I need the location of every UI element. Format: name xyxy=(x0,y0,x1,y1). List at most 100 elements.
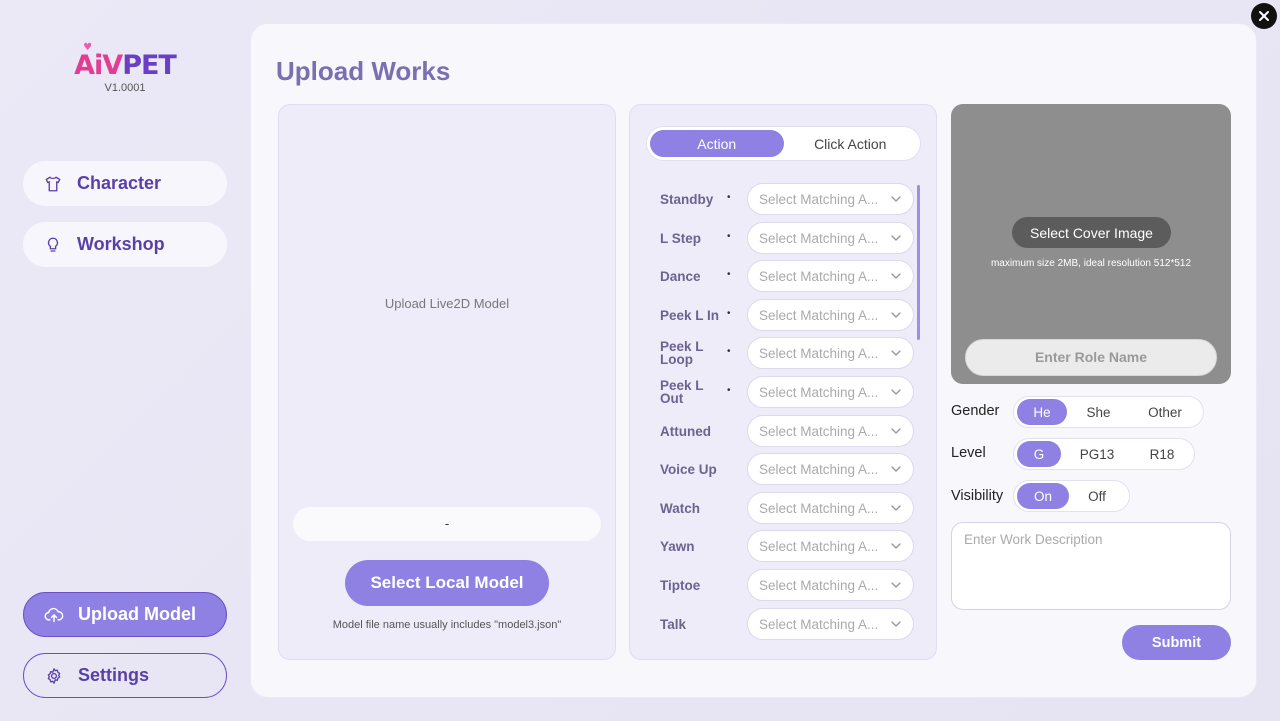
sidebar-item-upload-model[interactable]: Upload Model xyxy=(23,592,227,637)
action-row: Watch Select Matching A... xyxy=(630,492,936,524)
level-option-g[interactable]: G xyxy=(1017,441,1061,467)
action-match-select[interactable]: Select Matching A... xyxy=(747,299,914,331)
action-label: Watch xyxy=(660,500,700,516)
main-panel: Upload Works Upload Live2D Model - Selec… xyxy=(250,23,1257,698)
sidebar-item-workshop[interactable]: Workshop xyxy=(23,222,227,267)
sidebar-item-settings[interactable]: Settings xyxy=(23,653,227,698)
gender-option-he[interactable]: He xyxy=(1017,399,1067,425)
model-file-field: - xyxy=(293,507,601,541)
level-option-pg13[interactable]: PG13 xyxy=(1061,441,1133,467)
visibility-option-off[interactable]: Off xyxy=(1069,483,1125,509)
select-local-model-button[interactable]: Select Local Model xyxy=(345,560,549,606)
chevron-down-icon xyxy=(889,424,903,441)
action-type-tabs: Action Click Action xyxy=(646,126,921,161)
gender-option-she[interactable]: She xyxy=(1067,399,1130,425)
cloud-upload-icon xyxy=(44,605,64,625)
action-match-select[interactable]: Select Matching A... xyxy=(747,453,914,485)
action-marker: • xyxy=(727,385,731,396)
chevron-down-icon xyxy=(889,192,903,209)
action-marker: • xyxy=(727,308,731,319)
action-row: Voice Up Select Matching A... xyxy=(630,453,936,485)
submit-button[interactable]: Submit xyxy=(1122,625,1231,660)
sidebar-item-label: Settings xyxy=(78,665,150,685)
action-match-select[interactable]: Select Matching A... xyxy=(747,492,914,524)
select-placeholder: Select Matching A... xyxy=(759,538,879,554)
action-label: Peek L Loop xyxy=(660,339,704,367)
action-marker: • xyxy=(727,346,731,357)
action-mapping-panel: Action Click Action Standby • Select Match… xyxy=(629,104,937,660)
work-description-input[interactable]: Enter Work Description xyxy=(951,522,1231,610)
action-match-select[interactable]: Select Matching A... xyxy=(747,337,914,369)
action-label: Tiptoe xyxy=(660,577,701,593)
chevron-down-icon xyxy=(889,501,903,518)
select-placeholder: Select Matching A... xyxy=(759,577,879,593)
select-placeholder: Select Matching A... xyxy=(759,191,879,207)
level-selector: G PG13 R18 xyxy=(1013,438,1195,470)
action-marker: • xyxy=(727,231,731,242)
upload-placeholder: Upload Live2D Model xyxy=(384,296,510,311)
select-placeholder: Select Matching A... xyxy=(759,423,879,439)
action-marker: • xyxy=(727,269,731,280)
action-marker: • xyxy=(727,192,731,203)
action-label: Attuned xyxy=(660,423,711,439)
page-title: Upload Works xyxy=(276,56,451,86)
action-match-select[interactable]: Select Matching A... xyxy=(747,569,914,601)
app-logo: ♥ AiVPET V1.0001 xyxy=(60,42,190,95)
chevron-down-icon xyxy=(889,346,903,363)
chevron-down-icon xyxy=(889,617,903,634)
select-cover-image-button[interactable]: Select Cover Image xyxy=(1012,217,1171,248)
select-placeholder: Select Matching A... xyxy=(759,307,879,323)
visibility-label: Visibility xyxy=(951,488,1004,504)
level-option-r18[interactable]: R18 xyxy=(1133,441,1191,467)
action-row: Tiptoe Select Matching A... xyxy=(630,569,936,601)
action-match-select[interactable]: Select Matching A... xyxy=(747,183,914,215)
gear-icon xyxy=(44,666,64,686)
level-label: Level xyxy=(951,445,986,461)
heart-icon: ♥ xyxy=(83,42,92,53)
close-button[interactable] xyxy=(1251,3,1277,29)
tab-click-action[interactable]: Click Action xyxy=(784,130,918,157)
action-match-select[interactable]: Select Matching A... xyxy=(747,415,914,447)
sidebar-item-character[interactable]: Character xyxy=(23,161,227,206)
action-row: Yawn Select Matching A... xyxy=(630,530,936,562)
action-row: Peek L Out • Select Matching A... xyxy=(630,376,936,408)
model-file-hint: Model file name usually includes "model3… xyxy=(332,619,562,631)
cover-image-area: Select Cover Image maximum size 2MB, ide… xyxy=(951,104,1231,384)
select-placeholder: Select Matching A... xyxy=(759,230,879,246)
chevron-down-icon xyxy=(889,385,903,402)
action-list-scrollbar[interactable] xyxy=(917,185,920,340)
action-row: Peek L Loop • Select Matching A... xyxy=(630,337,936,369)
action-match-select[interactable]: Select Matching A... xyxy=(747,376,914,408)
gender-selector: He She Other xyxy=(1013,396,1204,428)
chevron-down-icon xyxy=(889,308,903,325)
action-row: Standby • Select Matching A... xyxy=(630,183,936,215)
action-label: Standby xyxy=(660,191,714,207)
action-row: Attuned Select Matching A... xyxy=(630,415,936,447)
tshirt-icon xyxy=(43,174,63,194)
action-label: Peek L In xyxy=(660,307,720,323)
action-match-select[interactable]: Select Matching A... xyxy=(747,222,914,254)
cover-image-hint: maximum size 2MB, ideal resolution 512*5… xyxy=(990,258,1192,269)
action-match-select[interactable]: Select Matching A... xyxy=(747,530,914,562)
logo-wordmark: ♥ AiVPET xyxy=(74,42,177,81)
select-placeholder: Select Matching A... xyxy=(759,616,879,632)
model-upload-area[interactable]: Upload Live2D Model - Select Local Model… xyxy=(278,104,616,660)
role-name-input[interactable]: Enter Role Name xyxy=(965,339,1217,376)
chevron-down-icon xyxy=(889,578,903,595)
select-placeholder: Select Matching A... xyxy=(759,384,879,400)
action-row: Dance • Select Matching A... xyxy=(630,260,936,292)
chevron-down-icon xyxy=(889,462,903,479)
chevron-down-icon xyxy=(889,269,903,286)
select-placeholder: Select Matching A... xyxy=(759,268,879,284)
tab-action[interactable]: Action xyxy=(650,130,784,157)
chevron-down-icon xyxy=(889,231,903,248)
visibility-selector: On Off xyxy=(1013,480,1130,512)
action-label: Voice Up xyxy=(660,461,717,477)
action-match-select[interactable]: Select Matching A... xyxy=(747,260,914,292)
sidebar-item-label: Workshop xyxy=(77,234,165,254)
visibility-option-on[interactable]: On xyxy=(1017,483,1069,509)
action-row: Talk Select Matching A... xyxy=(630,608,936,640)
gender-option-other[interactable]: Other xyxy=(1130,399,1200,425)
action-match-select[interactable]: Select Matching A... xyxy=(747,608,914,640)
action-row: L Step • Select Matching A... xyxy=(630,222,936,254)
